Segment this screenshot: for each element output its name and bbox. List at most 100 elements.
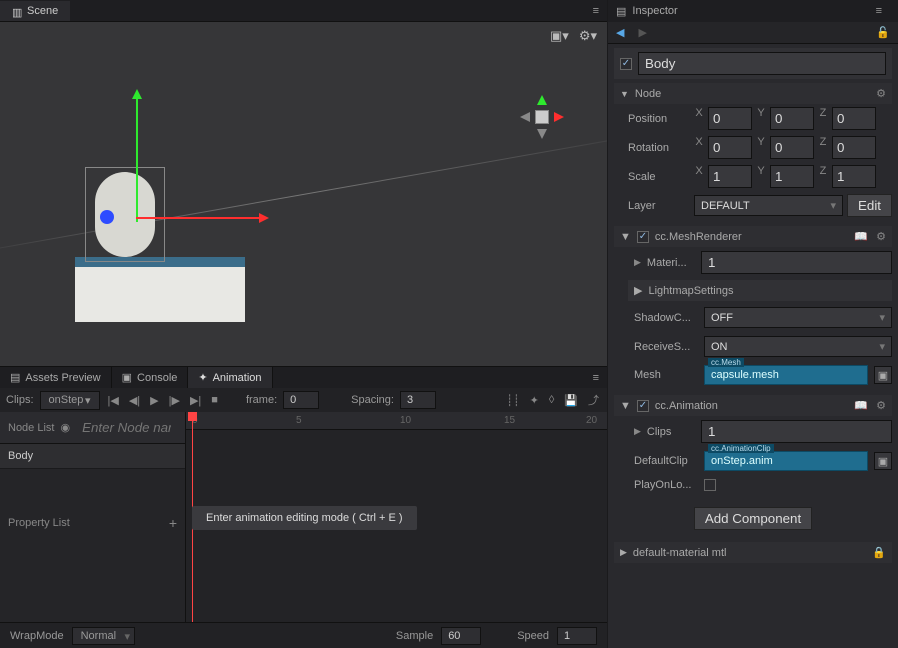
panel-menu-icon[interactable]: ≡ <box>585 1 607 21</box>
sample-label: Sample <box>396 630 433 642</box>
spacing-label: Spacing: <box>351 394 394 406</box>
mesh-label: Mesh <box>634 369 698 381</box>
rotation-label: Rotation <box>628 142 690 154</box>
node-enabled-checkbox[interactable] <box>620 58 632 70</box>
tab-scene-label: Scene <box>27 5 58 17</box>
rotation-y-input[interactable] <box>770 136 814 159</box>
position-label: Position <box>628 113 690 125</box>
playonload-label: PlayOnLo... <box>634 479 698 491</box>
speed-input[interactable]: 1 <box>557 627 597 645</box>
layer-select[interactable]: DEFAULT <box>694 195 843 216</box>
mesh-picker-button[interactable]: ▣ <box>874 366 892 384</box>
chevron-down-icon[interactable]: ▼ <box>620 400 631 412</box>
clip-select[interactable]: onStep▾ <box>40 391 100 410</box>
history-forward-button[interactable]: ▶ <box>638 26 646 39</box>
help-icon[interactable]: 📖 <box>854 399 868 412</box>
node-list-label: Node List <box>8 422 54 434</box>
edit-mode-hint: Enter animation editing mode ( Ctrl + E … <box>192 506 417 530</box>
animation-comp-title: cc.Animation <box>655 400 718 412</box>
timeline-tool-icon[interactable]: ┊┊ <box>504 394 521 407</box>
tab-console[interactable]: ▣ Console <box>112 367 189 388</box>
gizmo-y-axis[interactable] <box>136 92 138 222</box>
position-x-input[interactable] <box>708 107 752 130</box>
event-tool-icon[interactable]: ◊ <box>547 394 556 406</box>
rotation-x-input[interactable] <box>708 136 752 159</box>
history-back-button[interactable]: ◀ <box>616 26 624 39</box>
scale-x-input[interactable] <box>708 165 752 188</box>
defaultclip-label: DefaultClip <box>634 455 698 467</box>
receiveshadow-select[interactable]: ON <box>704 336 892 357</box>
tab-inspector-label: Inspector <box>632 5 677 17</box>
scale-z-input[interactable] <box>832 165 876 188</box>
defaultclip-asset-field[interactable]: cc.AnimationClip onStep.anim <box>704 451 868 471</box>
orientation-gizmo[interactable] <box>517 92 567 142</box>
tab-animation[interactable]: ✦ Animation <box>188 367 272 388</box>
meshrenderer-title: cc.MeshRenderer <box>655 231 742 243</box>
gear-icon[interactable]: ⚙ <box>876 230 886 243</box>
stop-button[interactable]: ■ <box>209 394 220 406</box>
play-button[interactable]: ▶ <box>148 394 160 407</box>
gizmo-z-axis[interactable] <box>100 210 140 224</box>
first-frame-button[interactable]: |◀ <box>106 394 121 407</box>
lock-icon[interactable]: 🔓 <box>876 26 890 39</box>
edit-layer-button[interactable]: Edit <box>847 194 892 217</box>
node-name-input[interactable] <box>638 52 886 75</box>
shadowcasting-label: ShadowC... <box>634 312 698 324</box>
mesh-asset-field[interactable]: cc.Mesh capsule.mesh <box>704 365 868 385</box>
clips-count-input[interactable] <box>701 420 892 443</box>
tab-scene[interactable]: ▥ Scene <box>0 1 70 21</box>
add-component-button[interactable]: Add Component <box>694 507 812 530</box>
rotation-z-input[interactable] <box>832 136 876 159</box>
panel-menu-icon[interactable]: ≡ <box>868 1 890 21</box>
position-y-input[interactable] <box>770 107 814 130</box>
panel-menu-icon[interactable]: ≡ <box>585 368 607 388</box>
keyframe-tool-icon[interactable]: ✦ <box>528 394 541 407</box>
animation-enabled-checkbox[interactable] <box>637 400 649 412</box>
materials-label: Materi... <box>647 257 695 269</box>
chevron-down-icon[interactable]: ▼ <box>620 89 629 99</box>
gear-icon[interactable]: ⚙ <box>876 399 886 412</box>
frame-label: frame: <box>246 394 277 406</box>
speed-label: Speed <box>517 630 549 642</box>
chevron-down-icon[interactable]: ▼ <box>620 231 631 243</box>
wrapmode-select[interactable]: Normal <box>72 627 135 645</box>
meshrenderer-enabled-checkbox[interactable] <box>637 231 649 243</box>
clips-label: Clips: <box>6 394 34 406</box>
animation-icon: ✦ <box>198 371 207 384</box>
tab-assets-preview[interactable]: ▤ Assets Preview <box>0 367 112 388</box>
scale-y-input[interactable] <box>770 165 814 188</box>
gear-icon[interactable]: ⚙▾ <box>579 28 597 44</box>
scene-viewport[interactable]: ▣▾ ⚙▾ <box>0 22 607 366</box>
node-row-body[interactable]: Body <box>0 444 185 469</box>
lock-icon[interactable]: 🔒 <box>872 546 886 559</box>
eye-icon[interactable]: ◉ <box>60 421 70 434</box>
clips-label: Clips <box>647 426 695 438</box>
node-filter-input[interactable] <box>76 417 177 438</box>
chevron-right-icon[interactable]: ▶ <box>620 547 627 558</box>
timeline-ruler[interactable]: 0 5 10 15 20 <box>186 412 607 430</box>
gizmo-x-axis[interactable] <box>136 217 266 219</box>
lightmap-settings-row[interactable]: ▶ LightmapSettings <box>628 280 892 301</box>
camera-tool-icon[interactable]: ▣▾ <box>550 28 569 44</box>
defaultclip-picker-button[interactable]: ▣ <box>874 452 892 470</box>
assets-icon: ▤ <box>10 371 20 384</box>
add-property-button[interactable]: + <box>169 515 177 531</box>
exit-anim-icon[interactable]: ⤴ <box>586 392 601 408</box>
last-frame-button[interactable]: ▶| <box>188 394 203 407</box>
frame-input[interactable]: 0 <box>283 391 319 409</box>
help-icon[interactable]: 📖 <box>854 230 868 243</box>
position-z-input[interactable] <box>832 107 876 130</box>
playonload-checkbox[interactable] <box>704 479 716 491</box>
sample-input[interactable]: 60 <box>441 627 481 645</box>
prev-frame-button[interactable]: ◀| <box>127 394 142 407</box>
next-frame-button[interactable]: |▶ <box>167 394 182 407</box>
scene-icon: ▥ <box>12 6 22 16</box>
materials-count-input[interactable] <box>701 251 892 274</box>
gear-icon[interactable]: ⚙ <box>876 87 886 100</box>
inspector-icon: ▤ <box>616 5 626 18</box>
chevron-right-icon[interactable]: ▶ <box>634 426 641 437</box>
save-anim-icon[interactable]: 💾 <box>562 394 580 407</box>
spacing-input[interactable]: 3 <box>400 391 436 409</box>
chevron-right-icon[interactable]: ▶ <box>634 257 641 268</box>
shadowcasting-select[interactable]: OFF <box>704 307 892 328</box>
